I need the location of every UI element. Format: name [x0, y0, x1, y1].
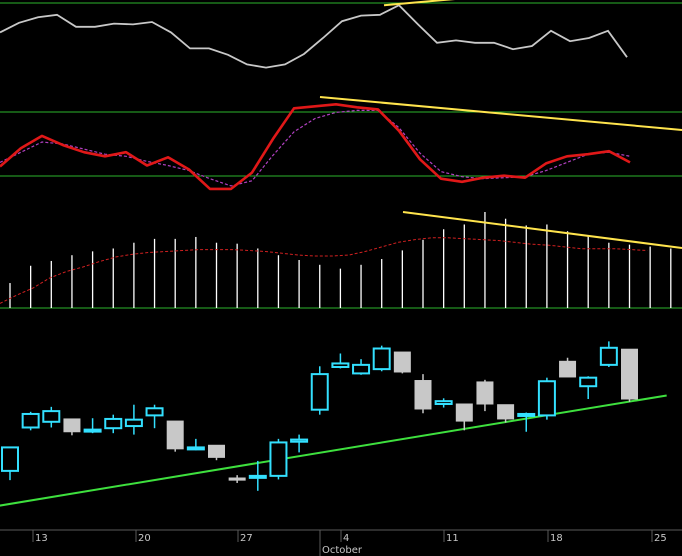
candle-body-down	[63, 418, 81, 433]
candle-body-up	[269, 441, 288, 477]
candle-body-down	[497, 404, 515, 420]
candlestick	[310, 366, 329, 415]
x-axis-month-label: October	[322, 545, 363, 556]
candlestick	[21, 411, 40, 431]
candle-body-down	[621, 348, 638, 400]
candle-body-down	[414, 380, 432, 410]
candle-body-up	[42, 410, 61, 423]
candle-body-up	[372, 347, 391, 371]
candle-body-down	[455, 403, 473, 422]
candle-body-up	[331, 362, 350, 369]
chart-canvas: October 13 20 27 4 11 18 25	[0, 0, 682, 556]
candle-body-up	[290, 438, 309, 443]
candle-body-up	[599, 346, 618, 366]
candle-body-up	[248, 474, 267, 479]
x-axis-tick-label: 13	[35, 533, 48, 544]
candle-body-up	[124, 418, 143, 428]
candle-body-down	[208, 444, 225, 458]
candle-body-up	[579, 376, 598, 388]
candle-body-up	[434, 400, 453, 405]
x-axis-tick-label: 18	[550, 533, 563, 544]
candle-body-up	[1, 446, 19, 472]
candlestick	[372, 345, 391, 372]
x-axis-tick-label: 25	[654, 533, 667, 544]
candle-body-down	[228, 477, 246, 481]
candlestick	[537, 377, 556, 420]
x-axis-tick-label: 11	[446, 533, 459, 544]
candlestick	[269, 438, 288, 480]
x-axis-tick-label: 20	[138, 533, 151, 544]
candle-body-up	[310, 373, 329, 411]
candle-body-up	[186, 446, 205, 451]
candle-body-up	[104, 417, 123, 430]
candlestick	[393, 351, 411, 374]
candle-body-up	[145, 407, 164, 417]
x-axis-tick-label: 27	[240, 533, 253, 544]
candlestick	[621, 348, 638, 402]
candle-body-down	[476, 381, 494, 405]
candle-body-up	[83, 428, 102, 433]
candle-body-down	[393, 351, 411, 373]
candle-body-down	[166, 420, 184, 450]
x-axis-tick-label: 4	[343, 533, 349, 544]
candle-body-down	[559, 360, 577, 378]
candle-body-up	[517, 412, 536, 417]
candle-body-up	[352, 363, 371, 375]
candlestick	[166, 420, 184, 452]
candle-body-up	[21, 412, 40, 429]
candle-body-up	[537, 380, 556, 417]
